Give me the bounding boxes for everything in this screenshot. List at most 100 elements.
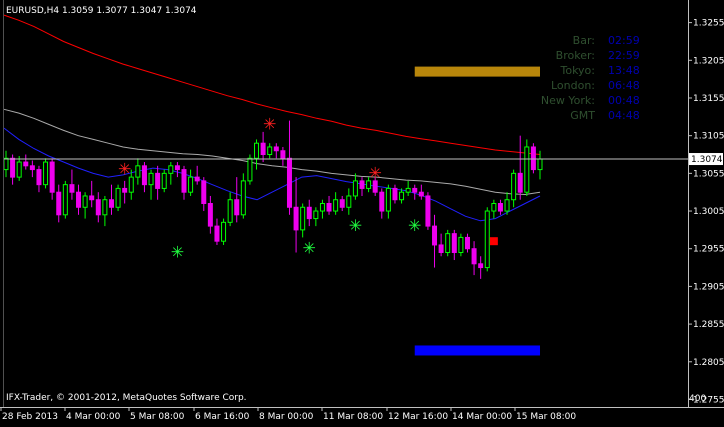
candle bbox=[43, 158, 49, 189]
info-panel-label: GMT bbox=[570, 109, 595, 122]
candle-body bbox=[128, 176, 134, 193]
candle-body bbox=[234, 199, 240, 216]
candle-body bbox=[267, 146, 273, 156]
price-tick-label: 1.3205 bbox=[693, 56, 724, 66]
candle-body bbox=[359, 180, 365, 189]
candle bbox=[445, 229, 451, 257]
signal-square-icon bbox=[489, 237, 498, 246]
price-tick-label: 1.3105 bbox=[693, 132, 724, 142]
candle-body bbox=[23, 161, 29, 167]
candle-body bbox=[95, 199, 101, 216]
time-tick-label: 14 Mar 00:00 bbox=[452, 412, 512, 422]
candle-body bbox=[504, 199, 510, 212]
chart-window[interactable]: ✳ ✳ ✳ ✳ ✳ ✳ ✳ 1.3255 1.3205 1.3155 1.3105 1.3055 1.… bbox=[0, 0, 724, 423]
candle-body bbox=[148, 172, 154, 186]
candle bbox=[161, 169, 167, 193]
candle-body bbox=[326, 203, 332, 212]
candle-body bbox=[221, 221, 227, 242]
candle-body bbox=[399, 191, 405, 201]
candle-body bbox=[319, 203, 325, 212]
candle-body bbox=[293, 206, 299, 231]
candle-body bbox=[76, 191, 82, 208]
candle-body bbox=[339, 199, 345, 208]
signal-star-icon: ✳ bbox=[349, 216, 362, 235]
candle-body bbox=[122, 187, 128, 193]
candle-body bbox=[10, 157, 16, 178]
candle-body bbox=[201, 180, 207, 204]
candle-body bbox=[405, 187, 411, 193]
time-tick-label: 8 Mar 00:00 bbox=[259, 412, 314, 422]
candle-body bbox=[306, 206, 312, 220]
candle bbox=[484, 207, 490, 272]
candle-body bbox=[379, 191, 385, 212]
signal-star-icon: ✳ bbox=[303, 239, 316, 258]
info-panel-value: 00:48 bbox=[608, 94, 640, 107]
candle-body bbox=[194, 176, 200, 182]
candle-body bbox=[445, 233, 451, 253]
info-panel-label: Bar: bbox=[573, 34, 595, 47]
candle-body bbox=[168, 165, 174, 174]
candle-body bbox=[29, 165, 35, 171]
candle-body bbox=[260, 142, 266, 156]
candle-body bbox=[511, 172, 517, 201]
candle-body bbox=[108, 199, 114, 208]
time-tick-label: 15 Mar 08:00 bbox=[516, 412, 576, 422]
signal-star-icon: ✳ bbox=[408, 216, 421, 235]
info-panel-label: London: bbox=[551, 79, 595, 92]
candle-body bbox=[497, 203, 503, 212]
candle-body bbox=[425, 195, 431, 227]
copyright-text: IFX-Trader, © 2001-2012, MetaQuotes Soft… bbox=[6, 393, 247, 403]
candle-body bbox=[530, 146, 536, 171]
candle-body bbox=[62, 184, 68, 216]
candle-body bbox=[115, 187, 121, 208]
candle-body bbox=[16, 161, 22, 178]
candle-body bbox=[438, 244, 444, 253]
candle-body bbox=[537, 158, 543, 171]
candle-body bbox=[36, 169, 42, 186]
price-tick-label: 1.3005 bbox=[693, 207, 724, 217]
price-tick-label: 1.3155 bbox=[693, 94, 724, 104]
time-tick-label: 6 Mar 16:00 bbox=[195, 412, 250, 422]
time-tick-label: 11 Mar 08:00 bbox=[323, 412, 383, 422]
price-tick-label: 1.2805 bbox=[693, 358, 724, 368]
price-tick-label: 1.3255 bbox=[693, 19, 724, 29]
candle-body bbox=[161, 172, 167, 189]
candle-body bbox=[418, 191, 424, 197]
candle bbox=[62, 180, 68, 219]
candle-body bbox=[385, 187, 391, 212]
price-tick-label: 1.2955 bbox=[693, 245, 724, 255]
candle-body bbox=[135, 165, 141, 178]
candle-body bbox=[432, 225, 438, 246]
time-tick-label: 28 Feb 2013 bbox=[2, 412, 58, 422]
candle bbox=[115, 184, 121, 212]
candle-body bbox=[471, 248, 477, 265]
info-panel-value: 22:59 bbox=[608, 49, 640, 62]
candle-body bbox=[464, 236, 470, 250]
blue-level-bar bbox=[414, 345, 540, 356]
candle-body bbox=[3, 157, 9, 171]
candle-body bbox=[273, 146, 279, 152]
time-tick-label: 12 Mar 16:00 bbox=[388, 412, 448, 422]
symbol-header: EURUSD,H4 1.3059 1.3077 1.3047 1.3074 bbox=[6, 6, 197, 16]
info-panel-value: 04:48 bbox=[608, 109, 640, 122]
signal-star-icon: ✳ bbox=[263, 114, 276, 133]
candle-body bbox=[478, 263, 484, 269]
candle-body bbox=[89, 195, 95, 201]
candle-body bbox=[491, 203, 497, 212]
candle-body bbox=[155, 172, 161, 189]
candle-body bbox=[214, 225, 220, 242]
signal-star-icon: ✳ bbox=[118, 160, 131, 179]
info-panel-label: Tokyo: bbox=[559, 64, 595, 77]
candle-body bbox=[240, 180, 246, 216]
price-chart[interactable]: ✳ ✳ ✳ ✳ ✳ ✳ ✳ 1.3255 1.3205 1.3155 1.3105 1.3055 1.… bbox=[0, 0, 724, 423]
candle bbox=[530, 143, 536, 174]
info-panel-label: New York: bbox=[541, 94, 595, 107]
candle-body bbox=[141, 165, 147, 186]
info-panel-value: 06:48 bbox=[608, 79, 640, 92]
price-tick-label: 1.3055 bbox=[693, 169, 724, 179]
info-panel-label: Broker: bbox=[556, 49, 595, 62]
candle bbox=[524, 139, 530, 196]
candle-body bbox=[247, 157, 253, 182]
candle-body bbox=[102, 199, 108, 216]
candle-body bbox=[207, 203, 213, 227]
